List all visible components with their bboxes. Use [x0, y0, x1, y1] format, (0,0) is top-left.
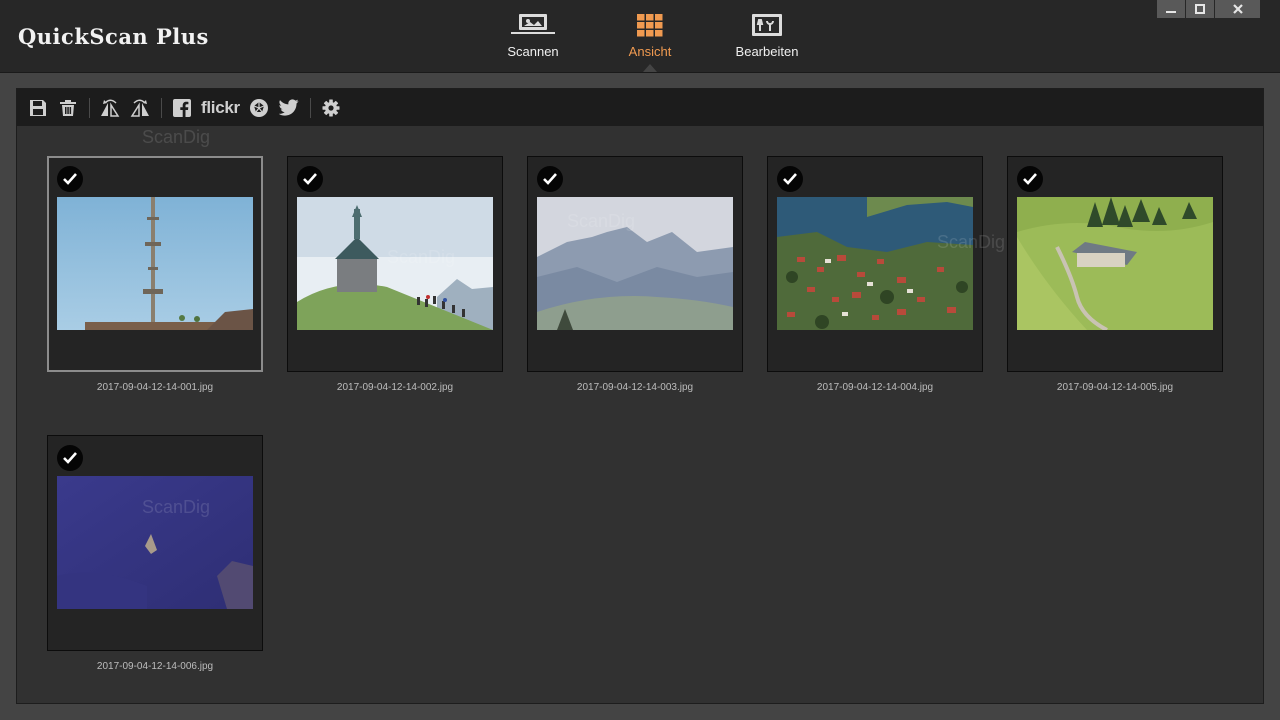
thumbnail-card[interactable]	[1007, 156, 1223, 372]
photo-preview	[777, 197, 973, 330]
thumbnail-card[interactable]	[527, 156, 743, 372]
flickr-icon: flickr	[201, 97, 240, 117]
picasa-icon	[249, 98, 268, 117]
window-controls	[1156, 0, 1260, 18]
tab-label: Scannen	[507, 44, 559, 59]
thumbnail-card[interactable]	[47, 435, 263, 651]
close-icon	[1232, 4, 1243, 14]
facebook-icon	[173, 98, 191, 117]
edit-tools-icon	[722, 12, 812, 38]
thumbnail-filename: 2017-09-04-12-14-006.jpg	[96, 661, 214, 672]
twitter-button[interactable]	[278, 96, 300, 120]
check-icon[interactable]	[57, 445, 83, 471]
maximize-button[interactable]	[1186, 0, 1214, 18]
photo-preview	[537, 197, 733, 330]
tab-scannen[interactable]: Scannen	[488, 12, 578, 59]
thumbnail-filename: 2017-09-04-12-14-001.jpg	[96, 382, 214, 393]
photo-preview	[57, 197, 253, 330]
minimize-button[interactable]	[1157, 0, 1185, 18]
photo-preview	[297, 197, 493, 330]
photo-preview	[57, 476, 253, 609]
check-icon[interactable]	[777, 166, 803, 192]
tab-label: Ansicht	[628, 44, 672, 59]
maximize-icon	[1195, 4, 1205, 14]
thumbnail-card[interactable]	[767, 156, 983, 372]
toolbar-divider	[89, 97, 90, 118]
thumbnail-filename: 2017-09-04-12-14-003.jpg	[576, 382, 694, 393]
rotate-left-icon	[101, 99, 120, 117]
active-tab-pointer	[643, 64, 657, 72]
toolbar-divider	[309, 97, 311, 118]
check-icon[interactable]	[537, 166, 563, 192]
facebook-button[interactable]	[171, 96, 193, 120]
thumbnail-filename: 2017-09-04-12-14-004.jpg	[816, 382, 934, 393]
settings-button[interactable]	[320, 96, 342, 120]
rotate-right-button[interactable]	[129, 96, 151, 120]
toolbar-divider	[161, 97, 162, 118]
thumbnail-filename: 2017-09-04-12-14-005.jpg	[1056, 382, 1174, 393]
tab-label: Bearbeiten	[735, 44, 799, 59]
rotate-right-icon	[130, 99, 149, 117]
watermark-text: ScanDig	[142, 127, 211, 147]
tab-bearbeiten[interactable]: Bearbeiten	[722, 12, 812, 59]
flickr-button[interactable]: flickr	[201, 96, 240, 120]
thumbnail-filename: 2017-09-04-12-14-002.jpg	[336, 382, 454, 393]
twitter-icon	[278, 99, 299, 116]
thumbnail-card[interactable]	[287, 156, 503, 372]
close-button[interactable]	[1215, 0, 1260, 18]
tab-ansicht[interactable]: Ansicht	[605, 12, 695, 59]
trash-icon	[60, 99, 76, 116]
gear-icon	[322, 99, 340, 116]
save-button[interactable]	[27, 96, 49, 120]
picasa-button[interactable]	[248, 96, 270, 120]
save-icon	[30, 99, 46, 116]
title-bar: QuickScan Plus Scannen Ansicht Bearbeite…	[0, 0, 1280, 73]
gallery-panel: flickr ScanDig 2017-09-04-12-14-001.jpg …	[16, 88, 1264, 704]
delete-button[interactable]	[57, 96, 79, 120]
check-icon[interactable]	[1017, 166, 1043, 192]
toolbar: flickr	[17, 89, 1263, 126]
rotate-left-button[interactable]	[99, 96, 121, 120]
check-icon[interactable]	[297, 166, 323, 192]
grid-view-icon	[605, 12, 695, 38]
check-icon[interactable]	[57, 166, 83, 192]
thumbnail-card[interactable]	[47, 156, 263, 372]
minimize-icon	[1166, 11, 1176, 13]
scanner-icon	[488, 12, 578, 38]
photo-preview	[1017, 197, 1213, 330]
app-title: QuickScan Plus	[18, 24, 209, 49]
